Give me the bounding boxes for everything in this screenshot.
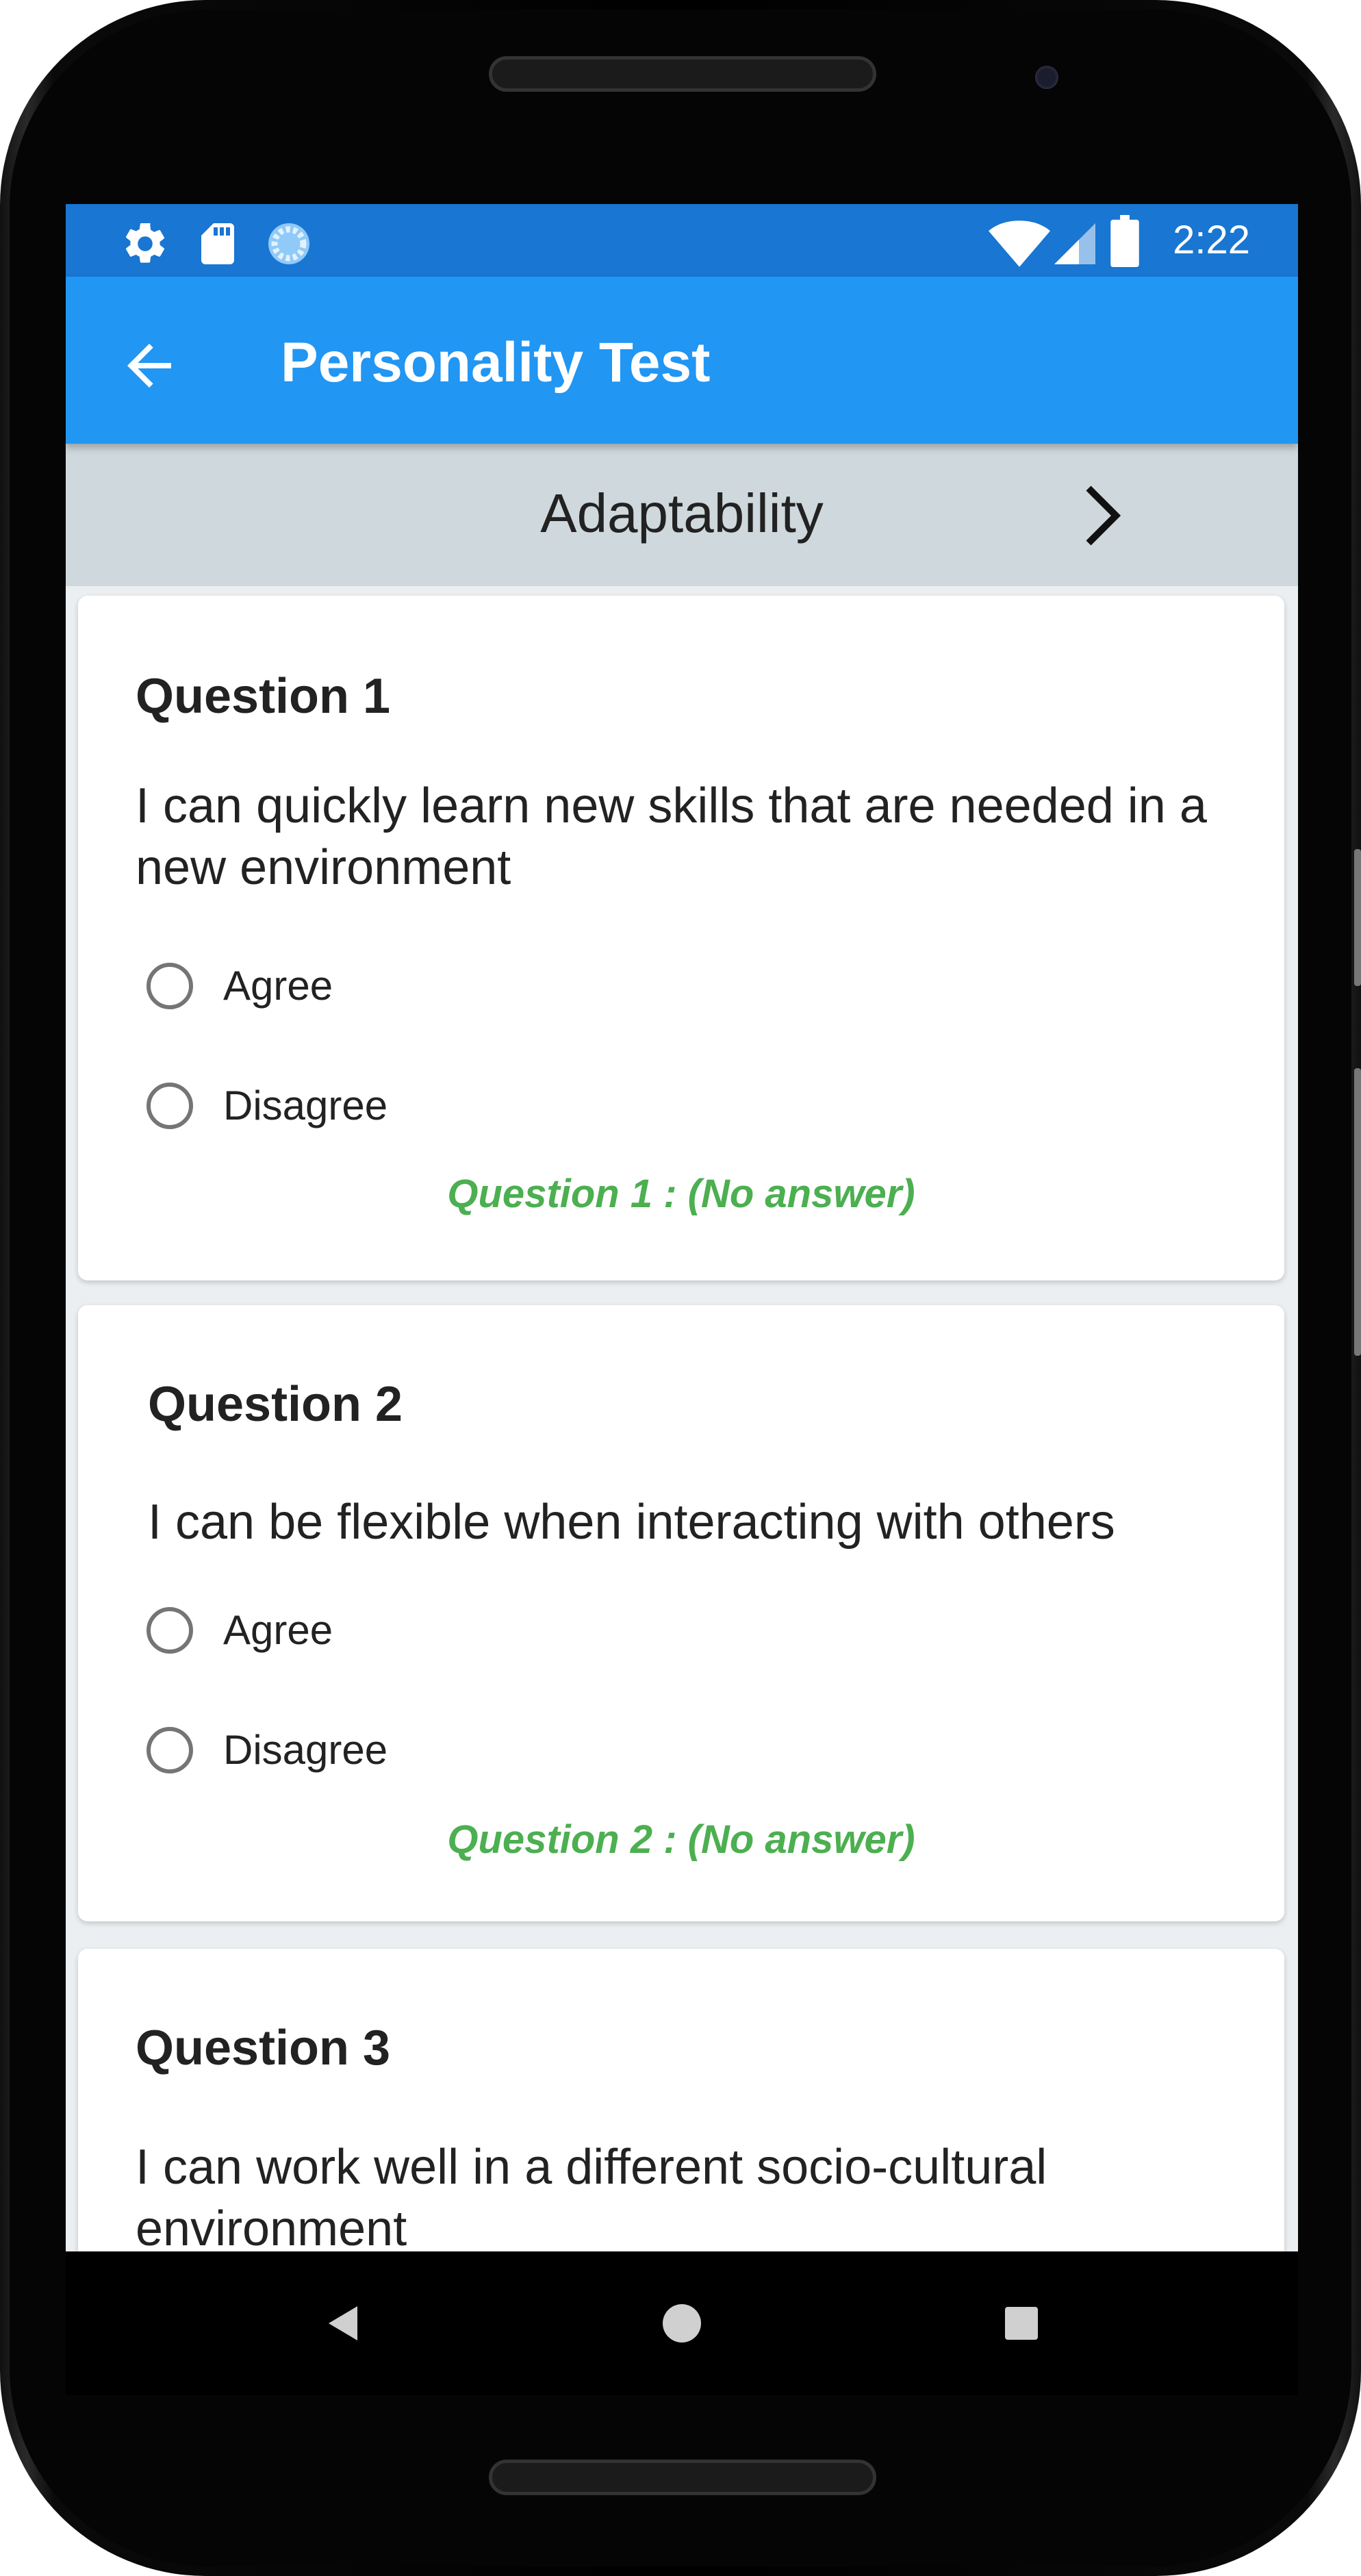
question-text: I can quickly learn new skills that are … bbox=[136, 779, 1207, 895]
chevron-right-icon[interactable] bbox=[1075, 485, 1130, 546]
radio-button[interactable] bbox=[147, 1083, 193, 1129]
gear-icon bbox=[125, 223, 165, 263]
option-label: Agree bbox=[223, 963, 333, 1009]
arrow-left-icon[interactable] bbox=[116, 333, 182, 399]
phone-frame: 2:22 Personality Test Adaptability Quest… bbox=[0, 0, 1361, 2576]
screen: 2:22 Personality Test Adaptability Quest… bbox=[66, 204, 1298, 2395]
app-bar: Personality Test bbox=[66, 277, 1298, 444]
question-text: I can be flexible when interacting with … bbox=[148, 1495, 1115, 1550]
wifi-icon bbox=[989, 220, 1050, 267]
clock: 2:22 bbox=[1173, 218, 1250, 262]
sync-icon bbox=[268, 223, 309, 264]
radio-button[interactable] bbox=[147, 963, 193, 1009]
question-text: I can work well in a different socio-cul… bbox=[136, 2140, 1047, 2256]
battery-icon bbox=[1110, 215, 1139, 267]
status-bar: 2:22 bbox=[66, 204, 1298, 277]
question-title: Question 2 bbox=[148, 1377, 403, 1432]
option-disagree[interactable]: Disagree bbox=[147, 1078, 626, 1140]
question-card: Question 2 I can be flexible when intera… bbox=[78, 1305, 1284, 1921]
radio-button[interactable] bbox=[147, 1607, 193, 1654]
question-card: Question 1 I can quickly learn new skill… bbox=[78, 596, 1284, 1280]
question-title: Question 1 bbox=[136, 669, 391, 724]
page-title: Personality Test bbox=[281, 331, 711, 394]
back-triangle-icon[interactable] bbox=[271, 2251, 408, 2395]
category-bar: Adaptability bbox=[66, 444, 1298, 586]
bottom-speaker bbox=[489, 2460, 876, 2495]
option-label: Disagree bbox=[223, 1083, 388, 1128]
recents-square-icon[interactable] bbox=[953, 2251, 1090, 2395]
option-agree[interactable]: Agree bbox=[147, 1603, 626, 1665]
question-title: Question 3 bbox=[136, 2021, 391, 2075]
option-label: Disagree bbox=[223, 1727, 388, 1773]
option-agree[interactable]: Agree bbox=[147, 959, 626, 1020]
radio-button[interactable] bbox=[147, 1727, 193, 1773]
power-button bbox=[1354, 1068, 1361, 1356]
system-nav-bar bbox=[66, 2251, 1298, 2395]
earpiece-speaker bbox=[489, 56, 876, 92]
option-disagree[interactable]: Disagree bbox=[147, 1723, 626, 1784]
answer-status: Question 1 : (No answer) bbox=[447, 1172, 915, 1216]
signal-icon bbox=[1054, 223, 1095, 264]
home-circle-icon[interactable] bbox=[613, 2251, 750, 2395]
sd-card-icon bbox=[201, 223, 234, 264]
volume-button bbox=[1354, 849, 1361, 986]
option-label: Agree bbox=[223, 1607, 333, 1653]
answer-status: Question 2 : (No answer) bbox=[447, 1817, 915, 1862]
front-camera bbox=[1035, 66, 1058, 89]
